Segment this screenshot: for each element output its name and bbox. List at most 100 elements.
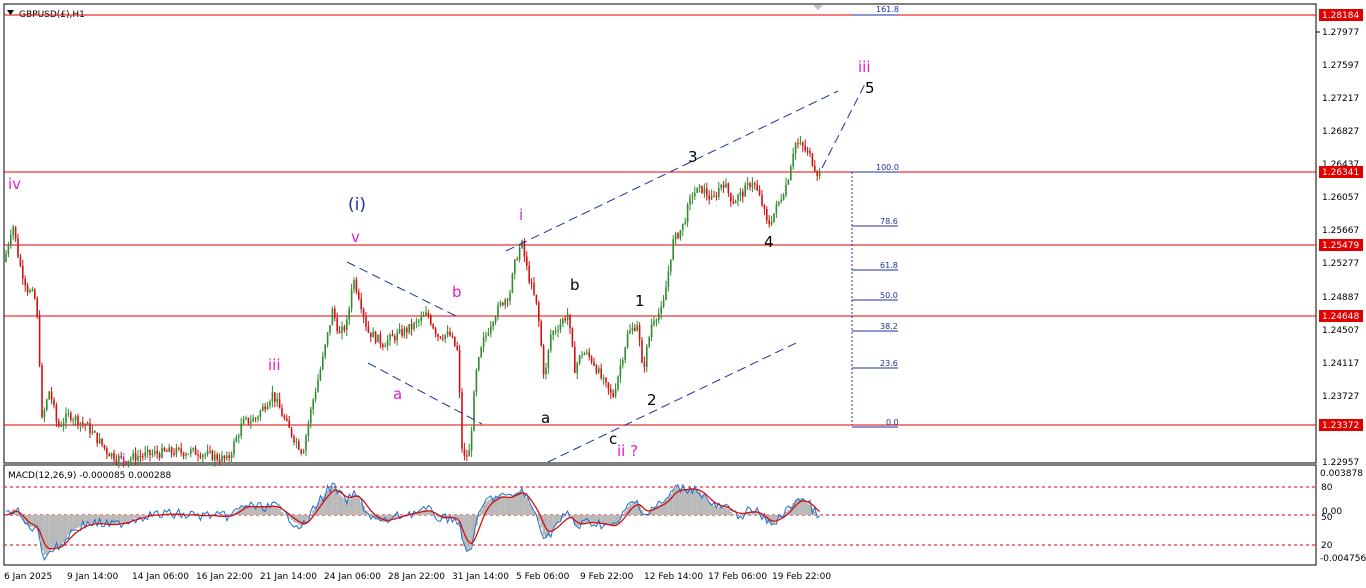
macd-bar [129, 515, 133, 521]
wave-label-v: v [351, 228, 360, 246]
candle-body [578, 355, 581, 364]
candle-body [636, 325, 638, 331]
candle-body [341, 326, 343, 333]
candle-body [506, 299, 509, 301]
candle-body [574, 346, 576, 373]
macd-bar [283, 513, 286, 515]
candle-body [362, 309, 365, 317]
wave-label-a-black: a [541, 409, 550, 427]
macd-bar [259, 506, 262, 515]
macd-bar [341, 496, 344, 515]
wave-label-3: 3 [688, 148, 698, 166]
candle-body [725, 183, 727, 188]
fib-label-161: 161.8 [876, 5, 899, 14]
candle-body [269, 401, 271, 406]
price-axis: 1.27977 1.27597 1.27217 1.26827 1.26437 … [1316, 9, 1363, 468]
macd-bar [249, 506, 253, 515]
candle-body [778, 201, 780, 205]
candle-body [230, 454, 233, 458]
candle-body [744, 184, 746, 197]
candle-body [149, 449, 151, 456]
candle-body [581, 355, 583, 357]
candle-body [319, 369, 322, 380]
macd-bar [276, 507, 279, 515]
macd-bar [576, 515, 579, 527]
candle-body [324, 344, 326, 357]
candle-body [490, 326, 492, 333]
macd-bar [141, 515, 145, 517]
candle-body [602, 377, 605, 379]
candle-body [360, 299, 362, 310]
candle-body [12, 226, 14, 236]
candle-body [115, 459, 118, 462]
macd-bar [350, 496, 353, 515]
candle-body [562, 318, 564, 325]
candle-body [108, 453, 110, 457]
candle-body [286, 418, 288, 421]
candle-body [722, 184, 725, 188]
candle-body [804, 145, 806, 151]
macd-bar [84, 515, 87, 525]
candle-body [775, 204, 778, 214]
candle-body [146, 449, 149, 453]
candle-body [180, 448, 182, 453]
macd-bar [624, 511, 627, 515]
candle-body [742, 191, 744, 197]
candle-body [425, 312, 427, 316]
candle-body [106, 448, 108, 454]
candle-body [715, 195, 718, 197]
macd-bar [297, 515, 301, 525]
macd-bar [127, 515, 130, 522]
wave-label-b-black: b [570, 276, 580, 294]
macd-bar [72, 515, 75, 531]
time-tick: 16 Jan 22:00 [196, 572, 253, 582]
macd-bar [468, 515, 471, 550]
candle-body [665, 287, 667, 301]
candle-body [612, 392, 614, 397]
candle-body [475, 370, 478, 392]
candle-body [144, 452, 146, 457]
wave-label-c-black: c [609, 430, 617, 448]
candle-body [634, 327, 636, 331]
candle-body [290, 427, 293, 437]
candle-body [696, 187, 698, 193]
macd-bar [403, 514, 406, 515]
candle-body [235, 437, 238, 442]
candle-body [646, 346, 648, 367]
candle-body [245, 417, 247, 419]
candle-body [182, 452, 185, 457]
candle-body [818, 171, 821, 176]
candle-body [271, 392, 274, 402]
macd-bar [525, 497, 529, 515]
candle-body [293, 436, 295, 443]
macd-bar [727, 509, 730, 515]
candle-body [406, 328, 408, 333]
candle-body [588, 352, 590, 357]
candle-body [94, 431, 96, 433]
candle-body [799, 142, 802, 144]
macd-bar [804, 501, 807, 515]
candle-body [74, 416, 77, 420]
level-price-text: 1.26341 [1322, 168, 1359, 178]
candle-body [240, 423, 242, 436]
macd-bar [43, 515, 46, 555]
macd-bar [480, 510, 483, 515]
candle-body [221, 455, 223, 462]
candle-body [494, 317, 497, 323]
candle-body [667, 271, 670, 288]
candle-body [374, 331, 377, 343]
candle-body [209, 450, 211, 452]
candle-body [5, 253, 7, 262]
time-tick: 17 Feb 06:00 [708, 572, 767, 582]
candle-body [773, 213, 775, 222]
level-price-text: 1.25479 [1322, 241, 1359, 251]
candle-body [480, 347, 482, 358]
candle-body [408, 324, 410, 333]
candle-body [655, 319, 658, 321]
macd-bar [684, 489, 687, 515]
candle-body [98, 438, 101, 444]
macd-bar [797, 498, 800, 515]
macd-bar [101, 515, 104, 524]
candle-body [552, 331, 554, 335]
wave-label-i-left: i [122, 452, 126, 467]
